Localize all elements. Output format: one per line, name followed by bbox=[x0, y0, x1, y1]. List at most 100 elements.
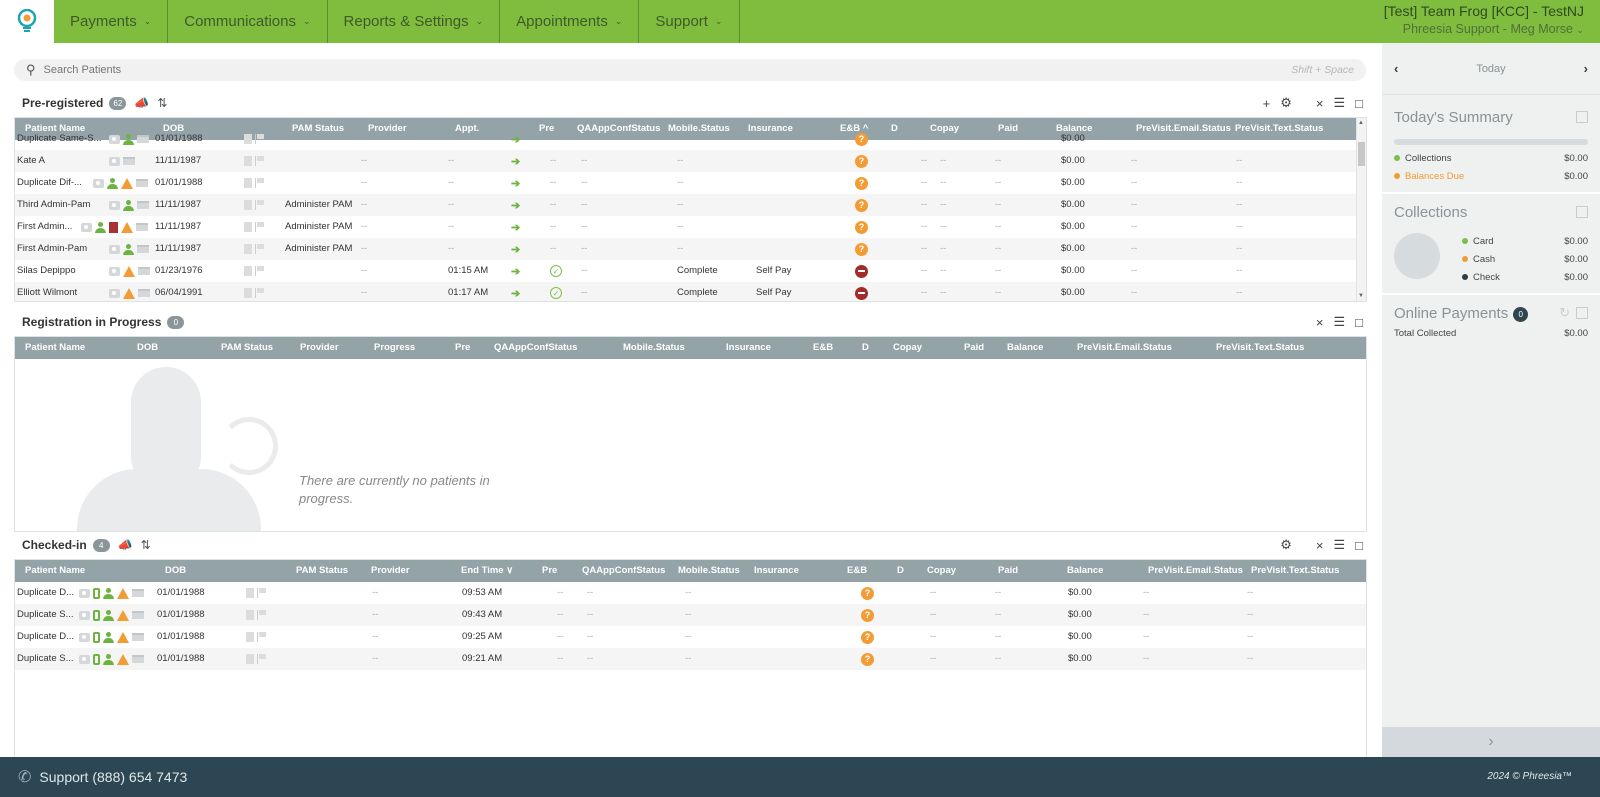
column-header-qaappconfstatus[interactable]: QAAppConfStatus bbox=[494, 337, 577, 359]
filter-sliders-icon[interactable]: ⇅ bbox=[141, 538, 151, 552]
document-icon[interactable] bbox=[244, 200, 252, 210]
person-icon[interactable] bbox=[123, 133, 134, 145]
collapse-icon[interactable]: × bbox=[1316, 96, 1324, 111]
warning-icon[interactable] bbox=[123, 287, 135, 299]
phreesia-logo[interactable] bbox=[0, 0, 54, 43]
list-view-icon[interactable]: ☰ bbox=[1333, 95, 1345, 111]
column-header-previsit-text-status[interactable]: PreVisit.Text.Status bbox=[1216, 337, 1304, 359]
column-header-qaappconfstatus[interactable]: QAAppConfStatus bbox=[582, 560, 665, 582]
table-row[interactable]: Silas Depippo 01/23/1976 -- 01:15 AM ➔ ✓ -- Com… bbox=[15, 260, 1366, 282]
column-header-e-b[interactable]: E&B bbox=[813, 337, 833, 359]
column-header-patient-name[interactable]: Patient Name bbox=[25, 337, 85, 359]
flag-icon[interactable] bbox=[255, 178, 264, 188]
gear-icon[interactable]: ⚙ bbox=[1280, 537, 1292, 553]
column-header-previsit-text-status[interactable]: PreVisit.Text.Status bbox=[1251, 560, 1339, 582]
column-header-provider[interactable]: Provider bbox=[300, 337, 339, 359]
column-header-balance[interactable]: Balance bbox=[1007, 337, 1043, 359]
list-view-icon[interactable]: ☰ bbox=[1333, 314, 1345, 330]
camera-icon[interactable] bbox=[109, 288, 120, 298]
chevron-right-icon[interactable]: › bbox=[1584, 61, 1588, 76]
person-icon[interactable] bbox=[123, 243, 134, 255]
table-row[interactable]: Duplicate D... 01/01/1988 -- 09:53 AM -- -- --… bbox=[15, 582, 1366, 604]
table-row[interactable]: First Admin... 11/11/1987 Administer PAM --… bbox=[15, 216, 1366, 238]
camera-icon[interactable] bbox=[79, 632, 90, 642]
document-icon[interactable] bbox=[246, 610, 254, 620]
phone-icon[interactable] bbox=[93, 609, 100, 621]
scroll-up-icon[interactable]: ▲ bbox=[1358, 120, 1364, 126]
expand-rail-button[interactable]: › bbox=[1382, 727, 1600, 757]
card-icon[interactable] bbox=[137, 135, 149, 143]
card-icon[interactable] bbox=[137, 201, 149, 209]
nav-support[interactable]: Support ⌄ bbox=[639, 0, 740, 43]
collapse-icon[interactable]: × bbox=[1316, 315, 1324, 330]
column-header-d[interactable]: D bbox=[862, 337, 869, 359]
column-header-previsit-email-status[interactable]: PreVisit.Email.Status bbox=[1077, 337, 1172, 359]
table-row[interactable]: Duplicate Same-S... 01/01/1988 ➔? $0.00 bbox=[15, 128, 1366, 150]
column-header-mobile-status[interactable]: Mobile.Status bbox=[678, 560, 740, 582]
edit-icon[interactable] bbox=[1576, 307, 1588, 319]
card-icon[interactable] bbox=[132, 611, 144, 619]
add-icon[interactable]: + bbox=[1263, 96, 1271, 111]
edit-icon[interactable] bbox=[1576, 111, 1588, 123]
flag-icon[interactable] bbox=[255, 222, 264, 232]
table-row[interactable]: First Admin-Pam 11/11/1987 Administer PAM -… bbox=[15, 238, 1366, 260]
list-view-icon[interactable]: ☰ bbox=[1333, 537, 1345, 553]
card-icon[interactable] bbox=[138, 267, 150, 275]
column-header-pre[interactable]: Pre bbox=[542, 560, 557, 582]
column-header-provider[interactable]: Provider bbox=[371, 560, 410, 582]
column-header-end-time[interactable]: End Time ∨ bbox=[461, 560, 513, 582]
column-header-dob[interactable]: DOB bbox=[137, 337, 158, 359]
camera-icon[interactable] bbox=[81, 222, 92, 232]
person-icon[interactable] bbox=[103, 631, 114, 643]
megaphone-icon[interactable]: 📣 bbox=[118, 538, 133, 552]
column-header-e-b[interactable]: E&B bbox=[847, 560, 867, 582]
camera-icon[interactable] bbox=[109, 156, 120, 166]
nav-appointments[interactable]: Appointments ⌄ bbox=[500, 0, 640, 43]
person-icon[interactable] bbox=[123, 199, 134, 211]
column-header-paid[interactable]: Paid bbox=[998, 560, 1018, 582]
table-row[interactable]: Duplicate D... 01/01/1988 -- 09:25 AM -- -- --… bbox=[15, 626, 1366, 648]
edit-icon[interactable] bbox=[1576, 206, 1588, 218]
person-icon[interactable] bbox=[103, 587, 114, 599]
phone-icon[interactable] bbox=[93, 653, 100, 665]
flag-icon[interactable] bbox=[257, 632, 266, 642]
card-icon[interactable] bbox=[137, 245, 149, 253]
camera-icon[interactable] bbox=[109, 200, 120, 210]
search-input[interactable] bbox=[43, 64, 1292, 76]
nav-reports-settings[interactable]: Reports & Settings ⌄ bbox=[328, 0, 501, 43]
warning-icon[interactable] bbox=[117, 609, 129, 621]
card-icon[interactable] bbox=[132, 633, 144, 641]
warning-icon[interactable] bbox=[121, 177, 133, 189]
column-header-paid[interactable]: Paid bbox=[964, 337, 984, 359]
column-header-balance[interactable]: Balance bbox=[1067, 560, 1103, 582]
vertical-scrollbar[interactable]: ▲ ▼ bbox=[1356, 118, 1366, 301]
chevron-left-icon[interactable]: ‹ bbox=[1394, 61, 1398, 76]
card-icon[interactable] bbox=[138, 289, 150, 297]
card-icon[interactable] bbox=[123, 157, 135, 165]
card-icon[interactable] bbox=[136, 223, 148, 231]
person-icon[interactable] bbox=[107, 177, 118, 189]
column-header-insurance[interactable]: Insurance bbox=[754, 560, 799, 582]
table-row[interactable]: Duplicate Dif-... 01/01/1988 -- -- ➔ -- -- --? -… bbox=[15, 172, 1366, 194]
card-view-icon[interactable]: □ bbox=[1355, 96, 1363, 111]
person-icon[interactable] bbox=[95, 221, 106, 233]
document-icon[interactable] bbox=[244, 134, 252, 144]
camera-icon[interactable] bbox=[79, 588, 90, 598]
camera-icon[interactable] bbox=[109, 134, 120, 144]
column-header-dob[interactable]: DOB bbox=[165, 560, 186, 582]
flag-icon[interactable] bbox=[255, 244, 264, 254]
card-view-icon[interactable]: □ bbox=[1355, 538, 1363, 553]
nav-payments[interactable]: Payments ⌄ bbox=[54, 0, 169, 43]
flag-icon[interactable] bbox=[255, 134, 264, 144]
warning-icon[interactable] bbox=[117, 631, 129, 643]
table-row[interactable]: Duplicate S... 01/01/1988 -- 09:21 AM -- -- --… bbox=[15, 648, 1366, 670]
warning-icon[interactable] bbox=[117, 587, 129, 599]
document-icon[interactable] bbox=[244, 244, 252, 254]
flag-icon[interactable] bbox=[255, 266, 264, 276]
column-header-d[interactable]: D bbox=[897, 560, 904, 582]
document-icon[interactable] bbox=[244, 178, 252, 188]
card-icon[interactable] bbox=[132, 655, 144, 663]
scroll-thumb[interactable] bbox=[1358, 142, 1365, 166]
column-header-pam-status[interactable]: PAM Status bbox=[296, 560, 348, 582]
flag-icon[interactable] bbox=[255, 200, 264, 210]
